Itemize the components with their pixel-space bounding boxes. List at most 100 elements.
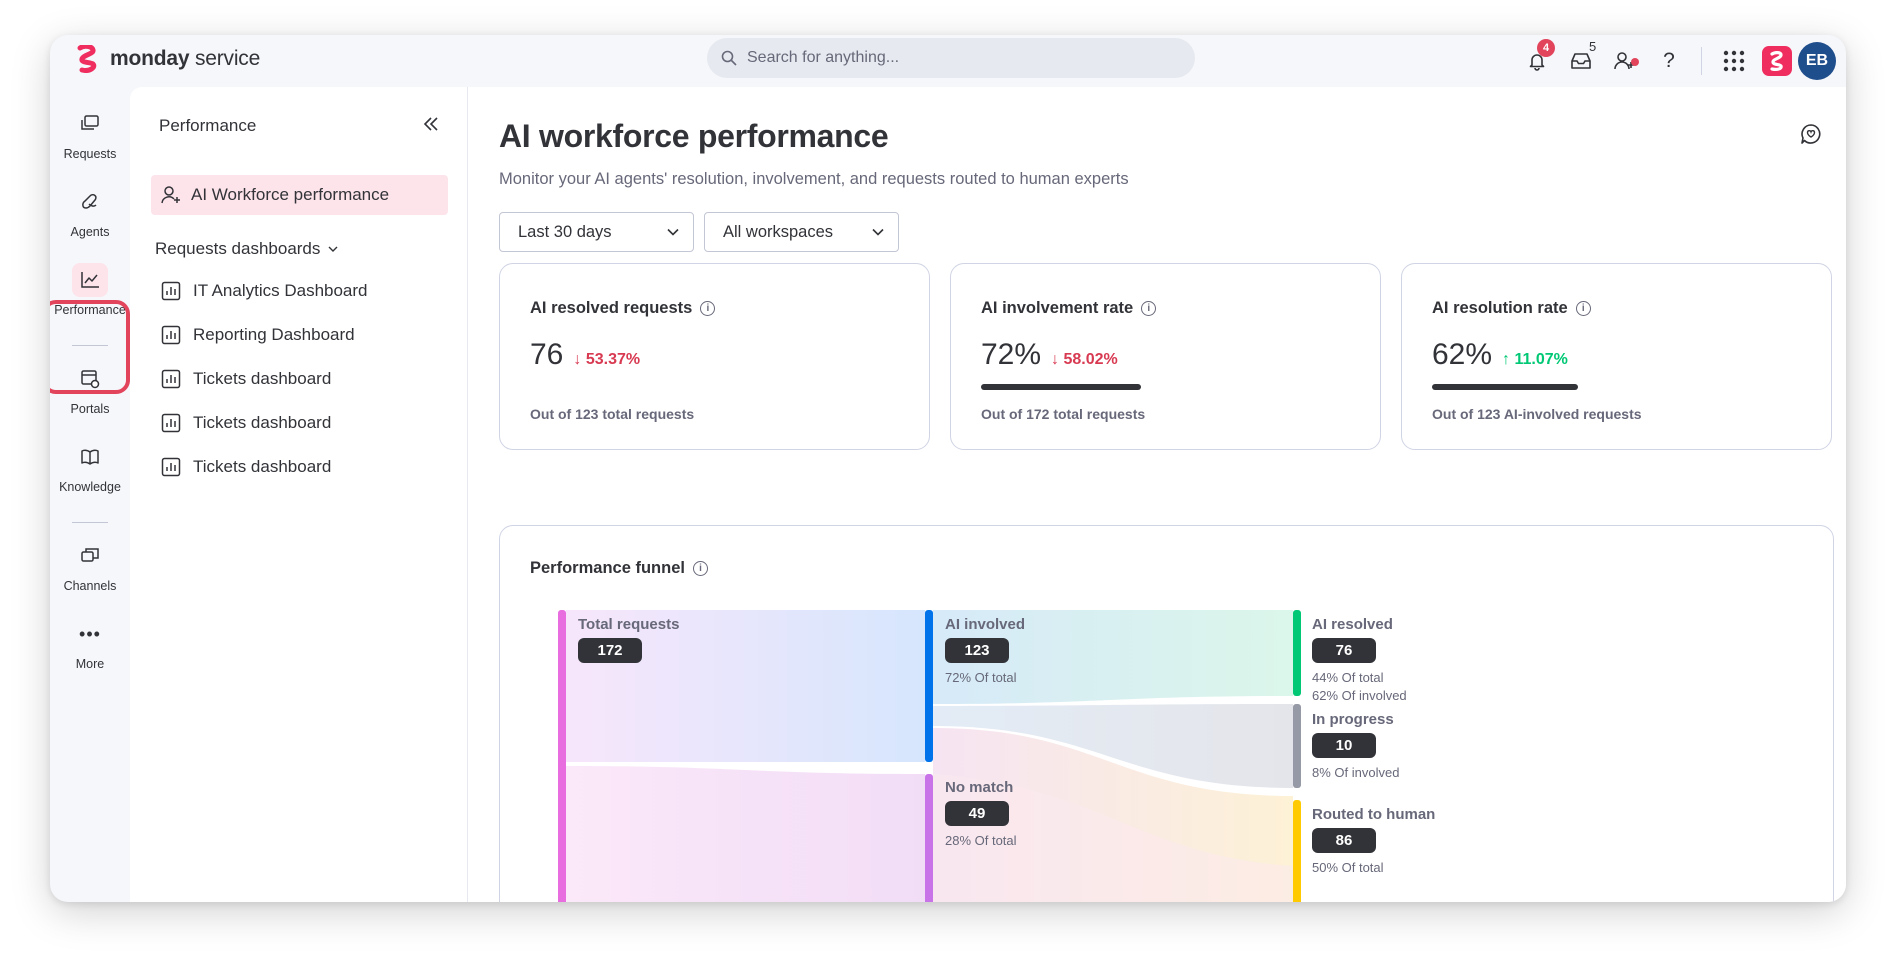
channels-icon <box>72 539 108 573</box>
date-range-dropdown[interactable]: Last 30 days <box>499 212 694 252</box>
inbox-icon <box>1571 53 1591 69</box>
collapse-button[interactable] <box>423 115 439 136</box>
avatar[interactable]: EB <box>1798 42 1836 80</box>
info-icon[interactable]: i <box>700 301 716 316</box>
agents-icon <box>72 185 108 219</box>
sidebar-item-label: AI Workforce performance <box>191 185 390 204</box>
search-placeholder: Search for anything... <box>747 49 900 66</box>
card-footer: Out of 172 total requests <box>981 406 1146 422</box>
sidebar-item-dashboard[interactable]: Tickets dashboard <box>161 457 331 477</box>
inbox-button[interactable]: 5 <box>1559 39 1603 81</box>
card-footer: Out of 123 AI-involved requests <box>1432 406 1642 422</box>
notifications-badge: 4 <box>1537 39 1555 57</box>
sidebar-item-label: Tickets dashboard <box>193 413 332 432</box>
left-rail: Requests Agents Performance Portals Know… <box>50 87 130 902</box>
brand[interactable]: monday service <box>76 45 260 73</box>
workspace-dropdown[interactable]: All workspaces <box>704 212 899 252</box>
rail-label: Knowledge <box>59 480 121 494</box>
card-delta: ↓ 58.02% <box>1051 351 1118 368</box>
sidebar-item-ai-workforce[interactable]: AI Workforce performance <box>151 175 448 215</box>
apps-button[interactable] <box>1712 41 1756 81</box>
help-button[interactable]: ? <box>1647 41 1691 81</box>
sidebar-item-dashboard[interactable]: Tickets dashboard <box>161 369 331 389</box>
search-icon <box>721 50 737 66</box>
card-title: AI resolution rate i <box>1432 299 1591 318</box>
dashboard-icon <box>161 413 181 433</box>
card-value: 72% ↓ 58.02% <box>981 338 1118 371</box>
node-bar-involved <box>925 610 933 762</box>
funnel-node-routed[interactable]: Routed to human 86 50% Of total <box>1312 806 1435 877</box>
top-bar: monday service Search for anything... 4 … <box>50 35 1846 87</box>
rail-item-knowledge[interactable]: Knowledge <box>50 440 130 494</box>
chevron-down-icon <box>328 246 338 252</box>
funnel-node-nomatch[interactable]: No match 49 28% Of total <box>945 779 1017 850</box>
value-pill: 10 <box>1312 733 1376 758</box>
card-title: AI involvement rate i <box>981 299 1157 318</box>
rail-item-portals[interactable]: Portals <box>50 362 130 416</box>
value-pill: 86 <box>1312 828 1376 853</box>
invite-button[interactable] <box>1603 41 1647 81</box>
value-pill: 123 <box>945 638 1009 663</box>
info-icon[interactable]: i <box>1141 301 1157 316</box>
dashboard-icon <box>161 369 181 389</box>
rail-item-more[interactable]: ••• More <box>50 617 130 672</box>
group-label: Requests dashboards <box>155 239 321 258</box>
service-logo-icon <box>1770 51 1783 71</box>
rail-label: Requests <box>63 147 117 161</box>
dashboard-icon <box>161 281 181 301</box>
dropdown-value: All workspaces <box>723 222 834 241</box>
main-content: AI workforce performance Monitor your AI… <box>468 87 1846 902</box>
node-bar-resolved <box>1293 610 1301 696</box>
sidebar-item-dashboard[interactable]: IT Analytics Dashboard <box>161 281 368 301</box>
divider <box>1701 47 1702 75</box>
chart-icon <box>72 263 108 297</box>
node-bar-routed <box>1293 800 1301 902</box>
funnel-sankey <box>558 610 1301 902</box>
rail-label: Agents <box>70 225 110 239</box>
sidebar-item-label: Tickets dashboard <box>193 369 332 388</box>
rail-item-requests[interactable]: Requests <box>50 107 130 161</box>
rail-label: Channels <box>63 579 117 593</box>
sidebar-item-label: IT Analytics Dashboard <box>193 281 368 300</box>
chevrons-left-icon <box>423 117 438 131</box>
value-pill: 172 <box>578 638 642 663</box>
feedback-icon <box>1801 124 1821 144</box>
performance-funnel-card: Performance funnel i Total requests 172 … <box>499 525 1834 902</box>
sidebar: Performance AI Workforce performance Req… <box>130 87 468 902</box>
notifications-button[interactable]: 4 <box>1515 39 1559 81</box>
rail-label: More <box>75 657 105 671</box>
requests-icon <box>72 107 108 141</box>
card-title: AI resolved requests i <box>530 299 716 318</box>
dropdown-value: Last 30 days <box>518 222 612 241</box>
rail-item-channels[interactable]: Channels <box>50 539 130 593</box>
card-value: 76 ↓ 53.37% <box>530 338 641 371</box>
node-bar-nomatch <box>925 774 933 902</box>
dashboard-icon <box>161 457 181 477</box>
funnel-node-progress[interactable]: In progress 10 8% Of involved <box>1312 711 1399 782</box>
kpi-card-resolved: AI resolved requests i 76 ↓ 53.37% Out of … <box>499 263 930 450</box>
sidebar-item-dashboard[interactable]: Tickets dashboard <box>161 413 331 433</box>
search-bar[interactable]: Search for anything... <box>707 38 1195 78</box>
monday-service-logo <box>77 45 97 73</box>
sidebar-item-label: Reporting Dashboard <box>193 325 355 344</box>
info-icon[interactable]: i <box>1575 301 1591 316</box>
requests-dashboards-group[interactable]: Requests dashboards <box>155 239 338 259</box>
funnel-node-total[interactable]: Total requests 172 <box>578 616 679 663</box>
chevron-down-icon <box>667 228 679 236</box>
feedback-button[interactable] <box>1800 123 1822 150</box>
card-delta: ↓ 53.37% <box>573 351 641 368</box>
sidebar-title: Performance <box>159 116 257 135</box>
funnel-node-resolved[interactable]: AI resolved 76 44% Of total 62% Of involv… <box>1312 616 1407 705</box>
card-delta: ↑ 11.07% <box>1502 351 1568 368</box>
rail-item-agents[interactable]: Agents <box>50 185 130 239</box>
node-bar-progress <box>1293 704 1301 788</box>
card-progress-bar <box>981 384 1141 390</box>
inbox-count: 5 <box>1589 39 1597 54</box>
funnel-node-involved[interactable]: AI involved 123 72% Of total <box>945 616 1025 687</box>
sidebar-item-dashboard[interactable]: Reporting Dashboard <box>161 325 355 345</box>
app-window: monday service Search for anything... 4 … <box>50 35 1846 902</box>
dashboard-icon <box>161 325 181 345</box>
brand-name: monday service <box>110 47 261 70</box>
portals-icon <box>72 362 108 396</box>
product-switcher[interactable] <box>1762 46 1792 76</box>
